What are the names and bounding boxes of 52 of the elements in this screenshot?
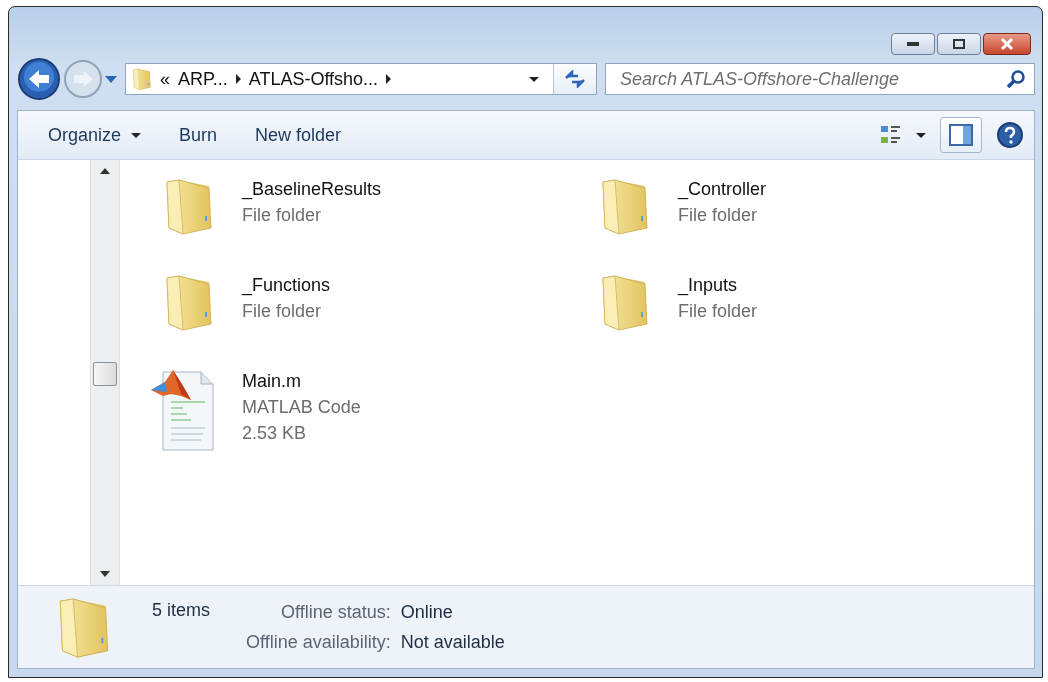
file-name[interactable]: _Inputs: [678, 275, 758, 296]
minimize-button[interactable]: [891, 33, 935, 55]
item-count: 5 items: [152, 600, 211, 621]
toolbar-button[interactable]: Burn: [167, 118, 230, 152]
refresh-icon[interactable]: [564, 70, 586, 88]
help-icon[interactable]: [996, 121, 1024, 149]
search-icon[interactable]: [1006, 69, 1026, 89]
detail-value: Not available: [400, 631, 505, 653]
folder-icon: [163, 176, 215, 236]
folder-icon: [132, 67, 152, 91]
breadcrumb[interactable]: ATLAS-Offsho...: [248, 68, 379, 90]
close-button[interactable]: [983, 33, 1031, 55]
folder-icon: [599, 176, 651, 236]
scrollbar[interactable]: [90, 160, 120, 585]
back-button[interactable]: [17, 57, 61, 101]
maximize-icon: [953, 39, 965, 49]
chevron-icon: [235, 74, 241, 84]
overflow-chevron[interactable]: «: [160, 68, 170, 90]
file-name[interactable]: _Functions: [242, 275, 331, 296]
scroll-thumb[interactable]: [93, 362, 117, 386]
file-name[interactable]: Main.m: [242, 371, 361, 392]
detail-label: Offline status:: [280, 601, 391, 623]
file-name[interactable]: _BaselineResults: [242, 179, 382, 200]
file-type: File folder: [242, 205, 323, 226]
close-icon: [1000, 38, 1014, 50]
toolbar-button[interactable]: New folder: [243, 118, 354, 152]
history-dropdown-icon[interactable]: [105, 75, 117, 83]
breadcrumb[interactable]: ARP...: [178, 68, 228, 90]
folder-icon: [599, 272, 651, 332]
search-field[interactable]: Search ATLAS-Offshore-Challenge: [605, 63, 1035, 95]
folder-icon: [163, 272, 215, 332]
file-type: File folder: [678, 205, 759, 226]
organize-menu[interactable]: Organize: [36, 118, 154, 152]
preview-pane-icon: [949, 124, 973, 146]
file-size: 2.53 KB: [242, 423, 308, 444]
detail-value: Online: [400, 601, 454, 623]
preview-pane-button[interactable]: [940, 117, 982, 153]
file-type: File folder: [678, 301, 758, 322]
view-options-icon[interactable]: [880, 124, 902, 146]
detail-label: Offline availability:: [246, 631, 391, 653]
file-type: MATLAB Code: [242, 397, 361, 418]
caret-icon: [916, 132, 926, 138]
scroll-up-icon[interactable]: [100, 168, 110, 174]
scroll-down-icon[interactable]: [100, 571, 110, 577]
address-bar[interactable]: « ARP... ATLAS-Offsho...: [125, 63, 597, 95]
minimize-icon: [907, 42, 919, 46]
maximize-button[interactable]: [937, 33, 981, 55]
dropdown-icon: [529, 76, 539, 82]
caret-icon: [131, 132, 142, 138]
file-type: File folder: [242, 301, 323, 322]
file-name[interactable]: _Controller: [678, 179, 767, 200]
chevron-icon: [386, 74, 392, 84]
